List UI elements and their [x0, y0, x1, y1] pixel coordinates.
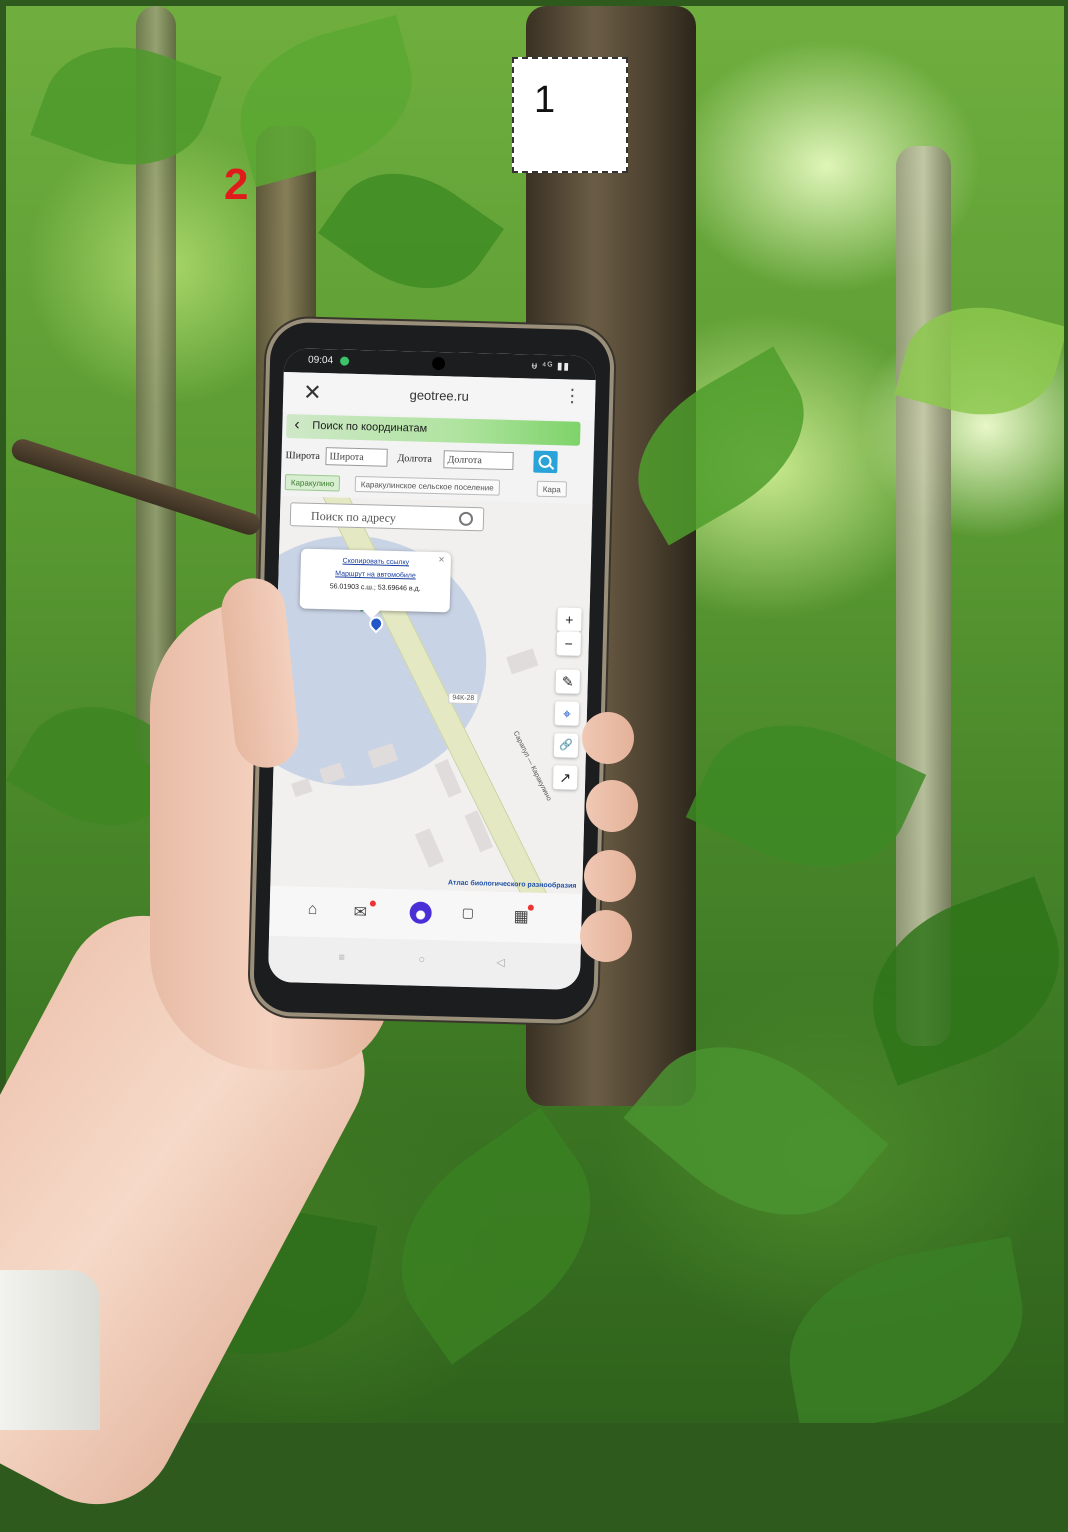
mail-icon[interactable]: ✉: [353, 902, 367, 922]
browser-toolbar: ✕ geotree.ru ⋮: [282, 372, 596, 421]
location-popup: ✕ Скопировать ссылку Маршрут на автомоби…: [299, 548, 452, 619]
back-icon[interactable]: ◁: [496, 956, 505, 969]
finger: [582, 712, 634, 764]
map-building: [291, 778, 313, 798]
leaf: [773, 1236, 1039, 1423]
finger: [584, 850, 636, 902]
tabs-icon[interactable]: ▢: [461, 905, 474, 921]
copy-link[interactable]: Скопировать ссылку: [301, 557, 451, 568]
system-nav-bar: ≡ ○ ◁: [267, 935, 581, 990]
leaf: [360, 1107, 632, 1365]
leaf: [685, 690, 927, 902]
home-circle-icon[interactable]: ○: [418, 954, 425, 966]
notification-badge: [369, 900, 376, 907]
sleeve: [0, 1270, 100, 1430]
map-attribution[interactable]: Атлас биологического разнообразия: [448, 879, 577, 889]
chip-settlement[interactable]: Каракулино: [284, 474, 341, 492]
notification-dot-icon: [339, 356, 350, 366]
status-time: 09:04: [307, 354, 334, 367]
zoom-out-button[interactable]: −: [556, 631, 582, 656]
latitude-input[interactable]: Широта: [325, 447, 388, 467]
latitude-label: Широта: [285, 450, 320, 462]
front-camera: [431, 356, 446, 371]
home-icon[interactable]: ⌂: [307, 901, 317, 919]
zoom-in-button[interactable]: +: [557, 607, 582, 632]
leaf: [222, 14, 430, 188]
map-view[interactable]: 94К-28 Сарапул — Каракулино Поиск по адр…: [270, 495, 593, 895]
coord-search-title: Поиск по координатам: [312, 419, 428, 435]
popup-coordinates: 56.01903 с.ш.; 53.69646 в.д.: [329, 583, 421, 593]
app-bottom-nav: ⌂ ✉ ▢ ▦: [269, 885, 583, 944]
notification-badge: [527, 904, 534, 911]
coord-inputs: Широта Широта Долгота Долгота: [281, 444, 594, 476]
smartphone: 09:04 ᵾ ⁴ᴳ ▮▮ ✕ geotree.ru ⋮ ‹ Поиск по …: [253, 321, 611, 1021]
leaf: [30, 22, 222, 190]
finger: [580, 910, 632, 962]
apps-grid-icon[interactable]: ▦: [513, 906, 529, 926]
leaf: [318, 142, 504, 320]
road-name-label: Сарапул — Каракулино: [511, 730, 553, 803]
address-search-input[interactable]: Поиск по адресу: [289, 502, 485, 532]
red-marker-number: 2: [224, 160, 249, 209]
finger: [586, 780, 638, 832]
chip-district[interactable]: Каракулинское сельское поселение: [354, 475, 500, 496]
map-building: [506, 648, 539, 675]
page-url[interactable]: geotree.ru: [283, 384, 595, 407]
longitude-input[interactable]: Долгота: [443, 450, 514, 471]
more-vert-icon[interactable]: ⋮: [563, 385, 582, 406]
label-number: 1: [534, 79, 556, 121]
map-building: [414, 828, 444, 868]
chip-more[interactable]: Кара: [536, 480, 568, 498]
navigate-button[interactable]: ↗: [552, 765, 578, 790]
alice-assistant-icon[interactable]: [409, 901, 432, 925]
longitude-label: Долгота: [397, 453, 433, 465]
ruler-button[interactable]: ✎: [555, 669, 581, 694]
label-number-box: 1: [512, 57, 628, 173]
coord-search-header[interactable]: ‹ Поиск по координатам: [286, 414, 581, 446]
address-search-placeholder: Поиск по адресу: [310, 508, 397, 525]
road-number-label: 94К-28: [448, 692, 479, 705]
phone-screen: 09:04 ᵾ ⁴ᴳ ▮▮ ✕ geotree.ru ⋮ ‹ Поиск по …: [267, 348, 597, 990]
car-route-link[interactable]: Маршрут на автомобиле: [300, 570, 450, 581]
status-indicators: ᵾ ⁴ᴳ ▮▮: [531, 360, 571, 373]
search-icon[interactable]: [458, 511, 474, 527]
my-location-button[interactable]: ⌖: [554, 701, 580, 726]
search-button[interactable]: [533, 450, 558, 474]
chevron-left-icon[interactable]: ‹: [294, 416, 300, 434]
menu-icon[interactable]: ≡: [338, 952, 345, 964]
leaf: [846, 876, 1064, 1086]
link-button[interactable]: 🔗: [553, 733, 579, 758]
